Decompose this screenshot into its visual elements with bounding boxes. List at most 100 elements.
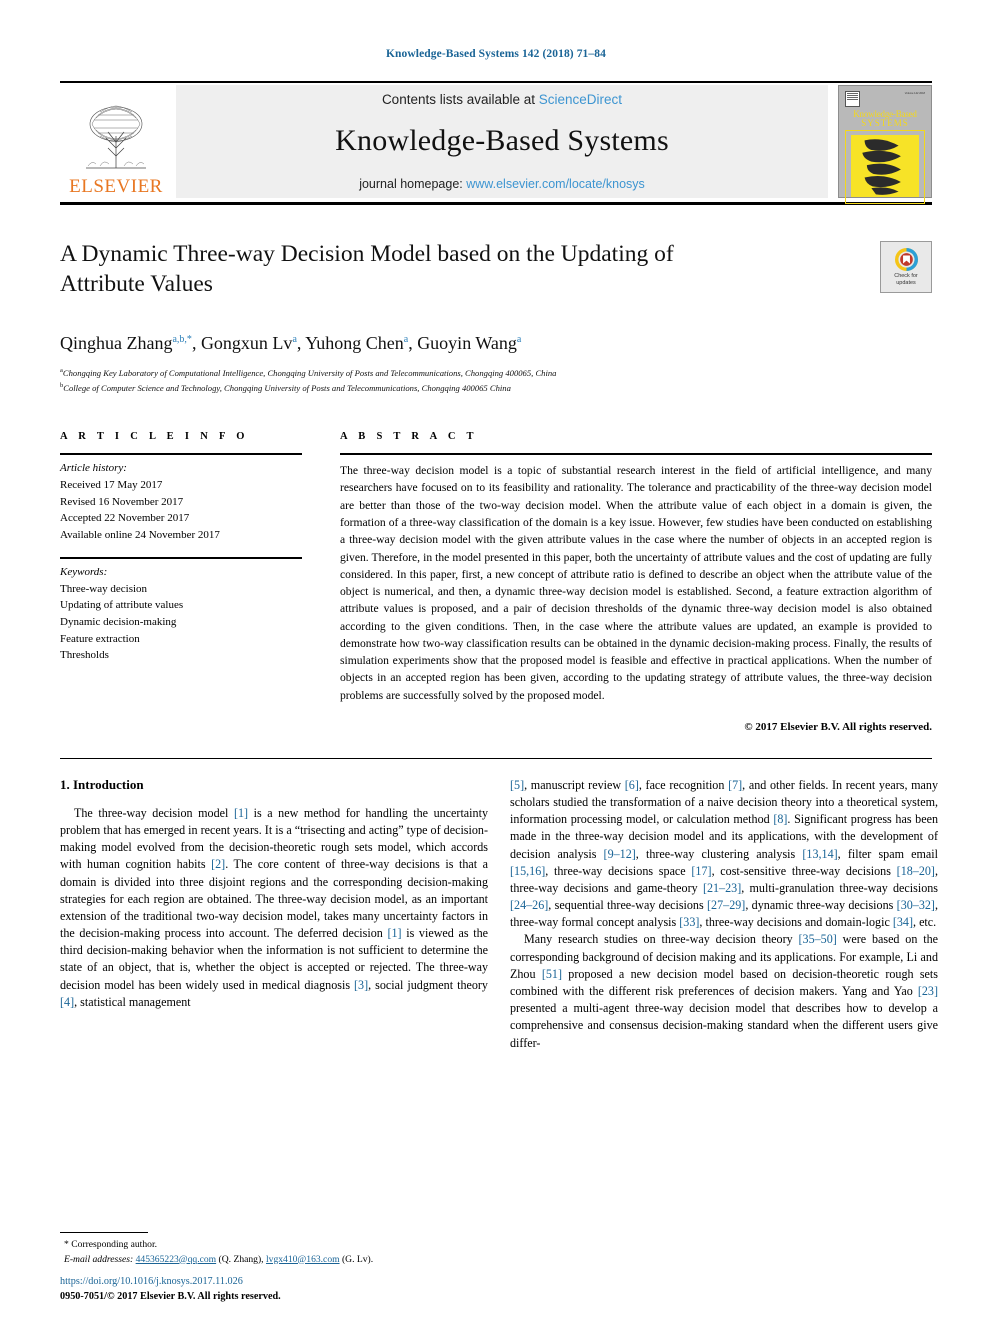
- email-link-1[interactable]: 445365223@qq.com: [136, 1254, 217, 1265]
- abstract-text: The three-way decision model is a topic …: [340, 464, 932, 702]
- journal-title: Knowledge-Based Systems: [335, 124, 669, 157]
- intro-paragraph-right-cont: [5], manuscript review [6], face recogni…: [510, 777, 938, 930]
- author-marks: a,b,*: [172, 334, 192, 345]
- issn-copyright-line: 0950-7051/© 2017 Elsevier B.V. All right…: [60, 1291, 281, 1303]
- email-owner-2: (G. Lv).: [341, 1253, 374, 1265]
- author-item[interactable]: Qinghua Zhanga,b,*: [60, 333, 192, 353]
- keyword-item: Dynamic decision-making: [60, 615, 177, 628]
- affiliation-list: aChongqing Key Laboratory of Computation…: [60, 366, 932, 395]
- citation-reference[interactable]: [15,16]: [510, 864, 545, 878]
- crossmark-line1: Check for: [894, 272, 918, 279]
- intro-paragraph-left: The three-way decision model [1] is a ne…: [60, 805, 488, 1009]
- author-sep: ,: [296, 333, 306, 353]
- author-item[interactable]: Yuhong Chena: [305, 333, 408, 353]
- keyword-item: Updating of attribute values: [60, 599, 184, 612]
- article-history-item: Accepted 22 November 2017: [60, 512, 190, 525]
- article-info-heading: A R T I C L E I N F O: [60, 431, 249, 443]
- section-heading-introduction: 1. Introduction: [60, 776, 144, 792]
- citation-reference[interactable]: [2]: [211, 857, 225, 871]
- author-name: Yuhong Chen: [305, 333, 404, 353]
- doi-link[interactable]: https://doi.org/10.1016/j.knosys.2017.11…: [60, 1275, 281, 1290]
- cover-artwork: [851, 135, 919, 197]
- journal-homepage-link[interactable]: www.elsevier.com/locate/knosys: [466, 177, 645, 191]
- citation-reference[interactable]: [27–29]: [707, 898, 745, 912]
- citation-reference[interactable]: [4]: [60, 995, 74, 1009]
- cover-volume-caption: Volume 142 2018: [904, 92, 925, 95]
- copyright-line: © 2017 Elsevier B.V. All rights reserved…: [744, 720, 932, 733]
- citation-reference[interactable]: [3]: [354, 978, 368, 992]
- email-addresses-line: E-mail addresses: 445365223@qq.com (Q. Z…: [60, 1253, 488, 1267]
- abstract-column: A B S T R A C T The three-way decision m…: [340, 431, 932, 733]
- crossmark-badge[interactable]: Check for updates: [880, 241, 932, 293]
- journal-homepage-line: journal homepage: www.elsevier.com/locat…: [359, 177, 645, 191]
- citation-reference[interactable]: [1]: [234, 806, 248, 820]
- cover-title-line2: SYSTEMS: [861, 118, 909, 128]
- email-owner-1: (Q. Zhang),: [218, 1253, 264, 1265]
- citation-reference[interactable]: [30–32]: [897, 898, 935, 912]
- contents-prefix: Contents lists available at: [381, 92, 539, 107]
- contents-available-line: Contents lists available at ScienceDirec…: [382, 92, 622, 107]
- crossmark-icon: [894, 247, 918, 271]
- title-block: A Dynamic Three-way Decision Model based…: [60, 239, 932, 311]
- body-separator-rule: [60, 757, 932, 759]
- crossmark-label: Check for updates: [894, 273, 918, 287]
- footnote-block: * Corresponding author. E-mail addresses…: [60, 1232, 488, 1267]
- citation-reference[interactable]: [1]: [387, 926, 401, 940]
- running-head: Knowledge-Based Systems 142 (2018) 71–84: [386, 48, 606, 60]
- corresponding-author-line: * Corresponding author.: [60, 1238, 488, 1252]
- citation-reference[interactable]: [5]: [510, 778, 524, 792]
- corresponding-marker: *: [64, 1239, 69, 1251]
- crossmark-line2: updates: [896, 279, 916, 286]
- citation-reference[interactable]: [21–23]: [703, 881, 741, 895]
- affiliation-text: Chongqing Key Laboratory of Computationa…: [62, 367, 557, 378]
- article-info-body: Article history: Received 17 May 2017 Re…: [60, 455, 302, 544]
- footer-block: https://doi.org/10.1016/j.knosys.2017.11…: [60, 1275, 281, 1305]
- article-info-column: A R T I C L E I N F O Article history: R…: [60, 431, 302, 733]
- article-history-item: Received 17 May 2017: [60, 478, 163, 491]
- citation-reference[interactable]: [8]: [773, 812, 787, 826]
- citation-reference[interactable]: [13,14]: [802, 847, 837, 861]
- author-sep: ,: [191, 333, 201, 353]
- citation-reference[interactable]: [51]: [542, 967, 562, 981]
- info-abstract-region: A R T I C L E I N F O Article history: R…: [60, 431, 932, 733]
- keyword-item: Three-way decision: [60, 582, 148, 595]
- elsevier-logo: ELSEVIER: [60, 85, 172, 198]
- author-item[interactable]: Guoyin Wanga: [417, 333, 521, 353]
- sciencedirect-link[interactable]: ScienceDirect: [539, 92, 622, 107]
- article-info-spacer: [60, 544, 302, 557]
- citation-reference[interactable]: [33]: [679, 915, 699, 929]
- intro-paragraph-right-2: Many research studies on three-way decis…: [510, 932, 938, 1050]
- cover-art-frame: [845, 130, 925, 204]
- citation-reference[interactable]: [23]: [918, 984, 938, 998]
- keyword-item: Feature extraction: [60, 632, 140, 645]
- body-column-right: [5], manuscript review [6], face recogni…: [510, 777, 938, 1052]
- body-columns: 1. Introduction The three-way decision m…: [60, 776, 938, 1052]
- citation-reference[interactable]: [24–26]: [510, 898, 548, 912]
- citation-reference[interactable]: [35–50]: [799, 932, 837, 946]
- email-link-2[interactable]: lvgx410@163.com: [266, 1254, 340, 1265]
- footnote-rule: [60, 1232, 148, 1234]
- cover-header: Volume 142 2018: [845, 91, 925, 107]
- author-item[interactable]: Gongxun Lva: [201, 333, 297, 353]
- citation-reference[interactable]: [18–20]: [897, 864, 935, 878]
- affiliation-item: bCollege of Computer Science and Technol…: [60, 381, 932, 396]
- cover-publisher-icon: [845, 91, 860, 107]
- author-name: Qinghua Zhang: [60, 333, 173, 353]
- citation-reference[interactable]: [17]: [691, 864, 711, 878]
- elsevier-wordmark: ELSEVIER: [69, 176, 163, 197]
- page-title: A Dynamic Three-way Decision Model based…: [60, 241, 674, 298]
- abstract-heading: A B S T R A C T: [340, 431, 478, 443]
- affiliation-text: College of Computer Science and Technolo…: [63, 382, 511, 393]
- citation-reference[interactable]: [9–12]: [604, 847, 636, 861]
- email-label: E-mail addresses:: [64, 1253, 134, 1265]
- citation-reference[interactable]: [7]: [728, 778, 742, 792]
- author-name: Gongxun Lv: [200, 333, 293, 353]
- author-list: Qinghua Zhanga,b,*, Gongxun Lva, Yuhong …: [60, 333, 932, 354]
- citation-reference[interactable]: [34]: [893, 915, 913, 929]
- keyword-item: Thresholds: [60, 649, 109, 662]
- journal-cover-thumbnail[interactable]: Volume 142 2018 Knowledge-Based SYSTEMS: [838, 85, 932, 204]
- article-history-item: Available online 24 November 2017: [60, 529, 220, 542]
- citation-reference[interactable]: [6]: [625, 778, 639, 792]
- masthead-bottom-rule: [60, 202, 932, 205]
- homepage-prefix: journal homepage:: [359, 177, 467, 191]
